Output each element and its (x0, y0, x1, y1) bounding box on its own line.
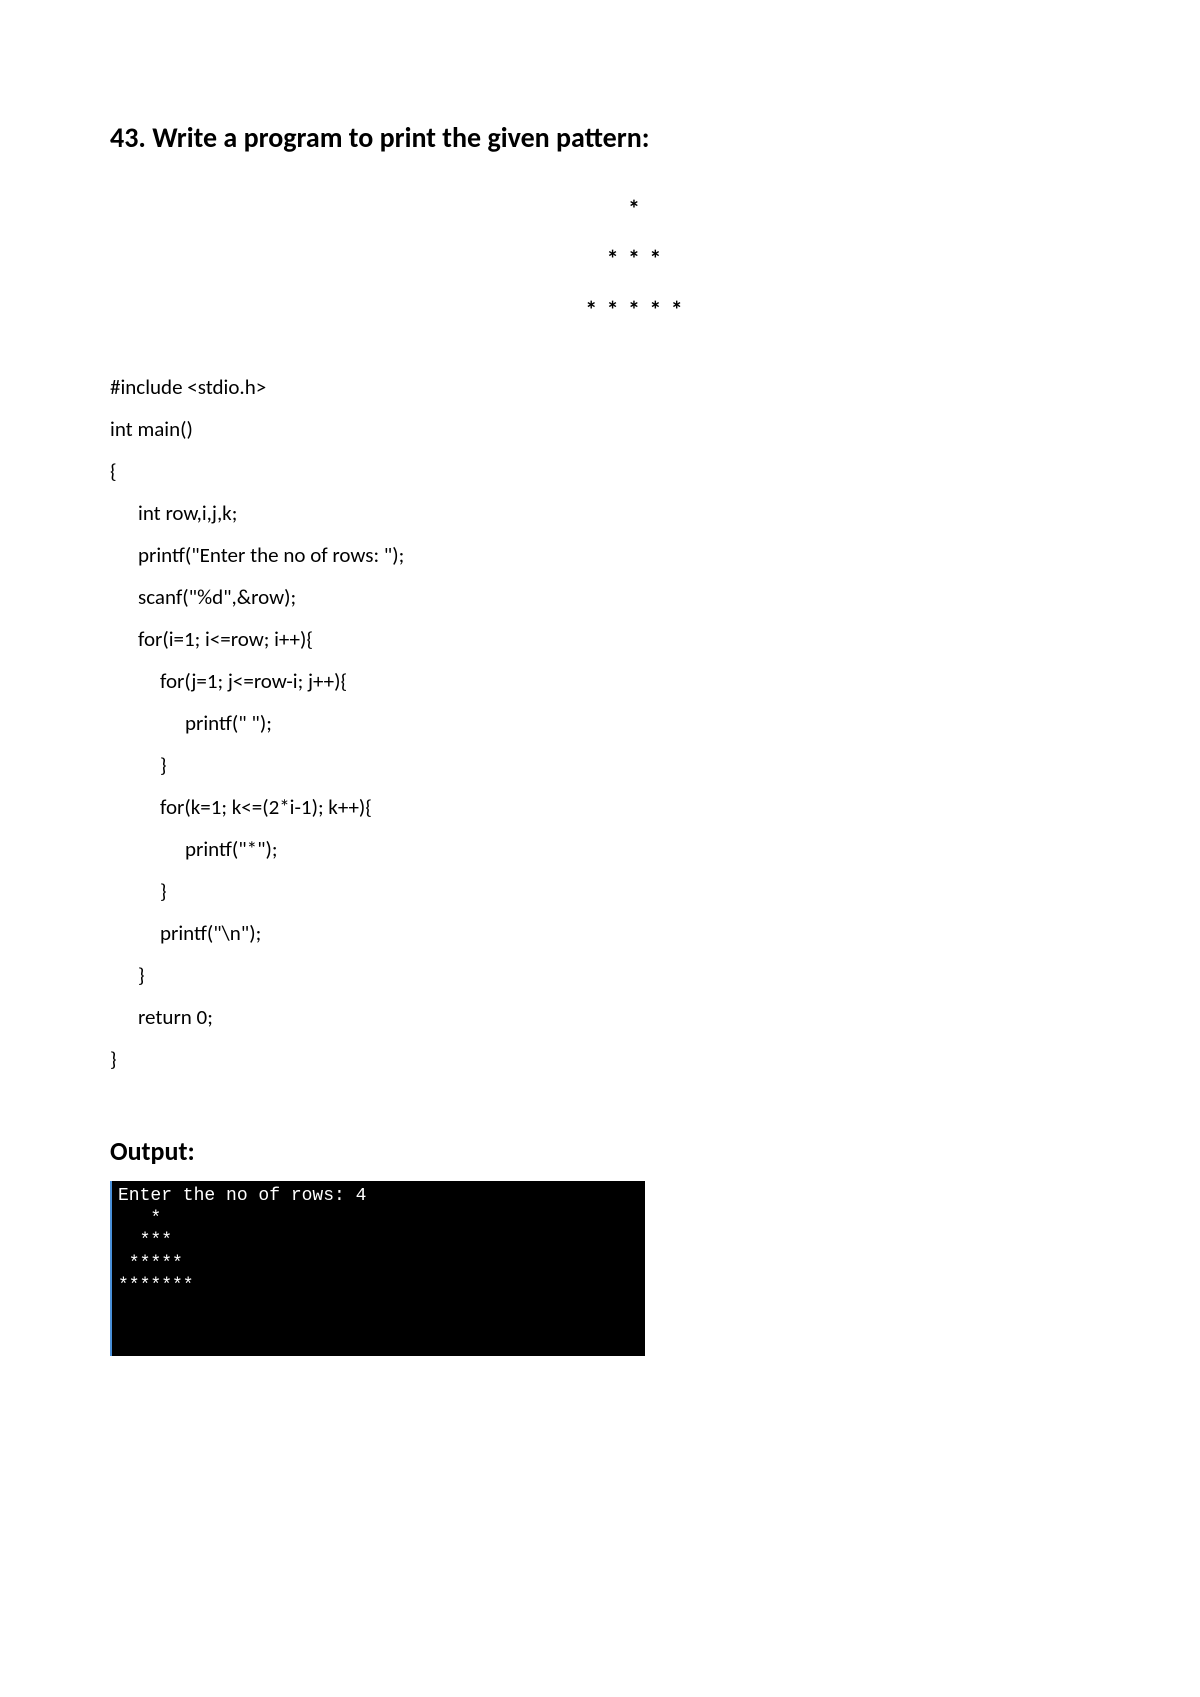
code-block: #include <stdio.h> int main() { int row,… (110, 366, 1090, 1080)
output-heading: Output: (110, 1135, 1090, 1167)
code-line: for(j=1; j<=row-i; j++){ (110, 660, 1090, 702)
code-line: #include <stdio.h> (110, 366, 1090, 408)
pattern-line-1: * (180, 185, 1090, 235)
code-line: for(i=1; i<=row; i++){ (110, 618, 1090, 660)
pattern-line-2: * * * (180, 235, 1090, 285)
code-line: printf(" "); (110, 702, 1090, 744)
code-line: printf("\n"); (110, 912, 1090, 954)
code-line: } (110, 744, 1090, 786)
code-line: printf("*"); (110, 828, 1090, 870)
code-line: for(k=1; k<=(2*i-1); k++){ (110, 786, 1090, 828)
code-line: printf("Enter the no of rows: "); (110, 534, 1090, 576)
code-line: } (110, 954, 1090, 996)
code-line: return 0; (110, 996, 1090, 1038)
code-line: } (110, 870, 1090, 912)
pattern-example: * * * * * * * * * (180, 185, 1090, 336)
code-line: { (110, 450, 1090, 492)
pattern-line-3: * * * * * (180, 286, 1090, 336)
code-line: int row,i,j,k; (110, 492, 1090, 534)
terminal-output: Enter the no of rows: 4 * *** ***** ****… (110, 1181, 645, 1356)
code-line: scanf("%d",&row); (110, 576, 1090, 618)
code-line: int main() (110, 408, 1090, 450)
question-heading: 43. Write a program to print the given p… (110, 120, 1090, 155)
code-line: } (110, 1038, 1090, 1080)
